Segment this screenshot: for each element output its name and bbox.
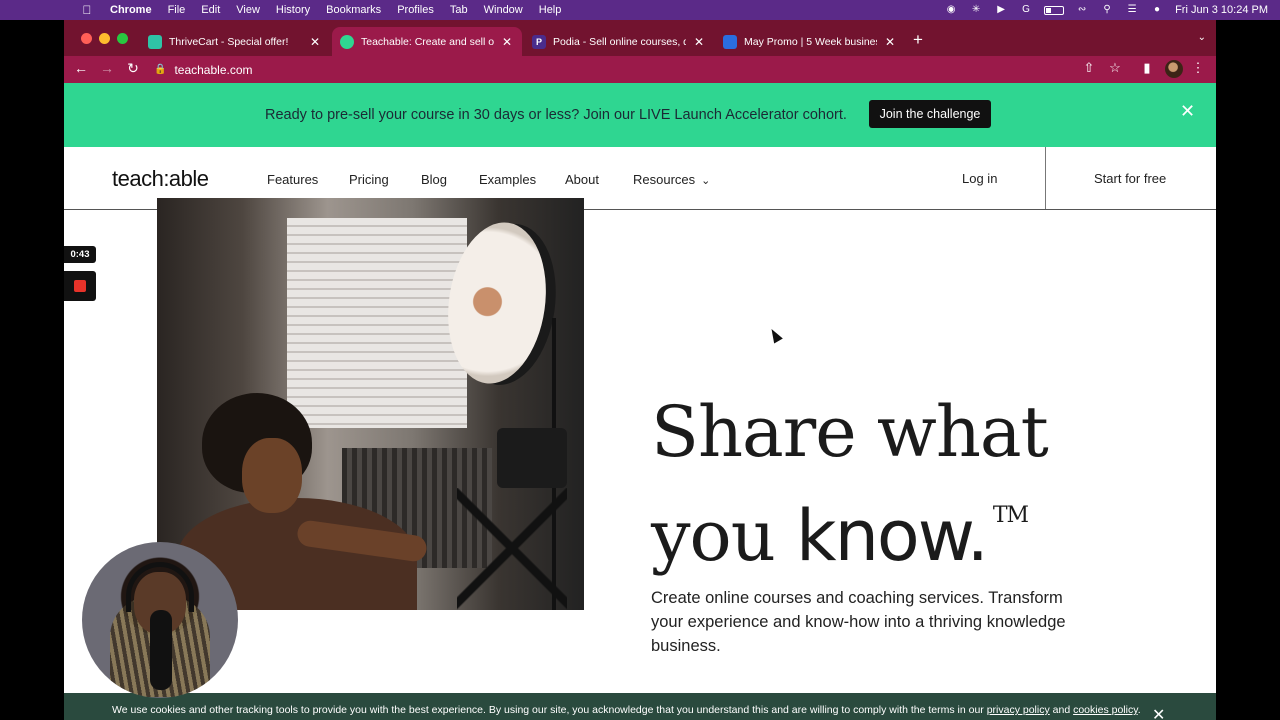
address-bar[interactable]: 🔒 teachable.com xyxy=(154,59,253,80)
nav-about[interactable]: About xyxy=(565,172,599,187)
hero-subcopy: Create online courses and coaching servi… xyxy=(651,589,1066,655)
cookie-text: We use cookies and other tracking tools … xyxy=(112,703,1152,717)
join-challenge-button[interactable]: Join the challenge xyxy=(869,100,991,128)
back-arrow-icon[interactable]: ← xyxy=(72,60,90,76)
tab-thrivecart[interactable]: ThriveCart - Special offer! ✕ xyxy=(140,27,330,56)
menu-history[interactable]: History xyxy=(268,4,318,16)
menu-edit[interactable]: Edit xyxy=(193,4,228,16)
nav-blog[interactable]: Blog xyxy=(421,172,447,187)
headline-line-2: you know. TM xyxy=(651,474,1048,578)
nav-resources[interactable]: Resources ⌄ xyxy=(633,172,710,187)
tab-search-chevron-icon[interactable]: ⌄ xyxy=(1198,32,1206,43)
menu-tab[interactable]: Tab xyxy=(442,4,476,16)
battery-icon[interactable] xyxy=(1044,5,1065,15)
play-icon[interactable]: ▶ xyxy=(994,4,1008,16)
microphone-shape xyxy=(150,610,172,690)
bookmark-star-icon[interactable]: ☆ xyxy=(1107,60,1123,76)
tab-close-icon[interactable]: ✕ xyxy=(883,35,897,49)
close-icon[interactable]: ✕ xyxy=(1152,705,1165,720)
headline-know: know. xyxy=(796,495,989,577)
lock-icon[interactable]: 🔒 xyxy=(154,64,166,75)
chevron-down-icon: ⌄ xyxy=(701,175,711,187)
grammarly-icon[interactable]: G xyxy=(1019,4,1033,16)
tab-title: ThriveCart - Special offer! xyxy=(169,35,289,48)
headline-line-1: Share what xyxy=(651,391,1049,473)
tab-close-icon[interactable]: ✕ xyxy=(692,35,706,49)
control-center-icon[interactable]: ☰ xyxy=(1125,4,1139,16)
cookies-policy-link[interactable]: cookies policy xyxy=(1073,704,1138,716)
profile-avatar[interactable] xyxy=(1165,60,1183,78)
tab-teachable[interactable]: Teachable: Create and sell onli ✕ xyxy=(332,27,522,56)
reload-icon[interactable]: ↻ xyxy=(124,60,142,77)
side-panel-icon[interactable]: ▮ xyxy=(1139,60,1155,76)
tab-title: Podia - Sell online courses, do xyxy=(553,35,686,48)
more-menu-icon[interactable]: ⋮ xyxy=(1190,60,1206,76)
person-face-shape xyxy=(242,438,302,513)
podia-favicon-icon: P xyxy=(532,34,546,49)
tripod-shape xyxy=(457,488,567,610)
browser-toolbar: ← → ↻ 🔒 teachable.com ⇧ ☆ ▮ ⋮ xyxy=(64,56,1216,83)
menu-bookmarks[interactable]: Bookmarks xyxy=(318,4,389,16)
thrivecart-favicon-icon xyxy=(148,34,162,49)
nav-pricing[interactable]: Pricing xyxy=(349,172,389,187)
apple-menu-icon[interactable]:  xyxy=(72,3,102,17)
zoom-window-button[interactable] xyxy=(117,33,128,44)
spotlight-search-icon[interactable]: ⚲ xyxy=(1100,4,1114,16)
trademark-mark: TM xyxy=(992,503,1029,528)
wifi-icon[interactable]: ∾ xyxy=(1075,4,1089,16)
promo-banner: Ready to pre-sell your course in 30 days… xyxy=(64,83,1216,147)
nav-examples[interactable]: Examples xyxy=(479,172,536,187)
nav-features[interactable]: Features xyxy=(267,172,318,187)
tab-podia[interactable]: P Podia - Sell online courses, do ✕ xyxy=(524,27,714,56)
tab-title: Teachable: Create and sell onli xyxy=(361,35,494,48)
window-blind-shape xyxy=(287,218,467,428)
user-icon[interactable]: ● xyxy=(1150,4,1164,16)
menubar-clock[interactable]: Fri Jun 3 10:24 PM xyxy=(1175,4,1268,16)
start-for-free-button[interactable]: Start for free xyxy=(1094,171,1166,186)
tab-strip: ThriveCart - Special offer! ✕ Teachable:… xyxy=(64,20,1216,56)
url-text[interactable]: teachable.com xyxy=(174,63,252,77)
headphones-shape xyxy=(126,562,194,612)
menu-file[interactable]: File xyxy=(160,4,194,16)
teachable-favicon-icon xyxy=(340,34,354,49)
status-area: ◉ ✳ ▶ G ∾ ⚲ ☰ ● Fri Jun 3 10:24 PM xyxy=(944,0,1268,20)
screen-share-icon[interactable]: ◉ xyxy=(944,4,958,16)
hero-photo xyxy=(157,198,584,610)
close-icon[interactable]: ✕ xyxy=(1180,101,1195,122)
hero-headline: Share what you know. TM xyxy=(651,390,1049,578)
teachable-logo[interactable]: teach:able xyxy=(112,166,209,192)
promo-favicon-icon xyxy=(723,34,737,49)
privacy-policy-link[interactable]: privacy policy xyxy=(987,704,1050,716)
cookie-message: We use cookies and other tracking tools … xyxy=(112,704,987,716)
camera-shape xyxy=(497,428,567,488)
menu-view[interactable]: View xyxy=(228,4,268,16)
macos-menu-bar:  Chrome File Edit View History Bookmark… xyxy=(0,0,1280,20)
tab-title: May Promo | 5 Week business xyxy=(744,35,877,48)
menu-help[interactable]: Help xyxy=(531,4,570,16)
tab-close-icon[interactable]: ✕ xyxy=(308,35,322,49)
menu-profiles[interactable]: Profiles xyxy=(389,4,442,16)
tab-may-promo[interactable]: May Promo | 5 Week business ✕ xyxy=(715,27,905,56)
webcam-overlay xyxy=(82,542,238,698)
cookie-banner: We use cookies and other tracking tools … xyxy=(64,693,1216,720)
nav-resources-label: Resources xyxy=(633,172,696,187)
recording-timer: 0:43 xyxy=(64,246,96,263)
cookie-and: and xyxy=(1049,704,1074,716)
headline-you: you xyxy=(651,495,797,577)
login-link[interactable]: Log in xyxy=(962,171,997,186)
cookie-period: . xyxy=(1137,704,1141,716)
brightness-icon[interactable]: ✳ xyxy=(969,4,983,16)
minimize-window-button[interactable] xyxy=(99,33,110,44)
tab-close-icon[interactable]: ✕ xyxy=(500,35,514,49)
menu-app-chrome[interactable]: Chrome xyxy=(102,4,160,16)
menu-window[interactable]: Window xyxy=(476,4,531,16)
promo-text: Ready to pre-sell your course in 30 days… xyxy=(265,107,847,123)
nav-divider xyxy=(1045,147,1046,209)
forward-arrow-icon[interactable]: → xyxy=(98,60,116,76)
stop-recording-button[interactable] xyxy=(64,271,96,301)
share-icon[interactable]: ⇧ xyxy=(1081,60,1097,76)
close-window-button[interactable] xyxy=(81,33,92,44)
new-tab-icon[interactable]: + xyxy=(913,30,923,50)
